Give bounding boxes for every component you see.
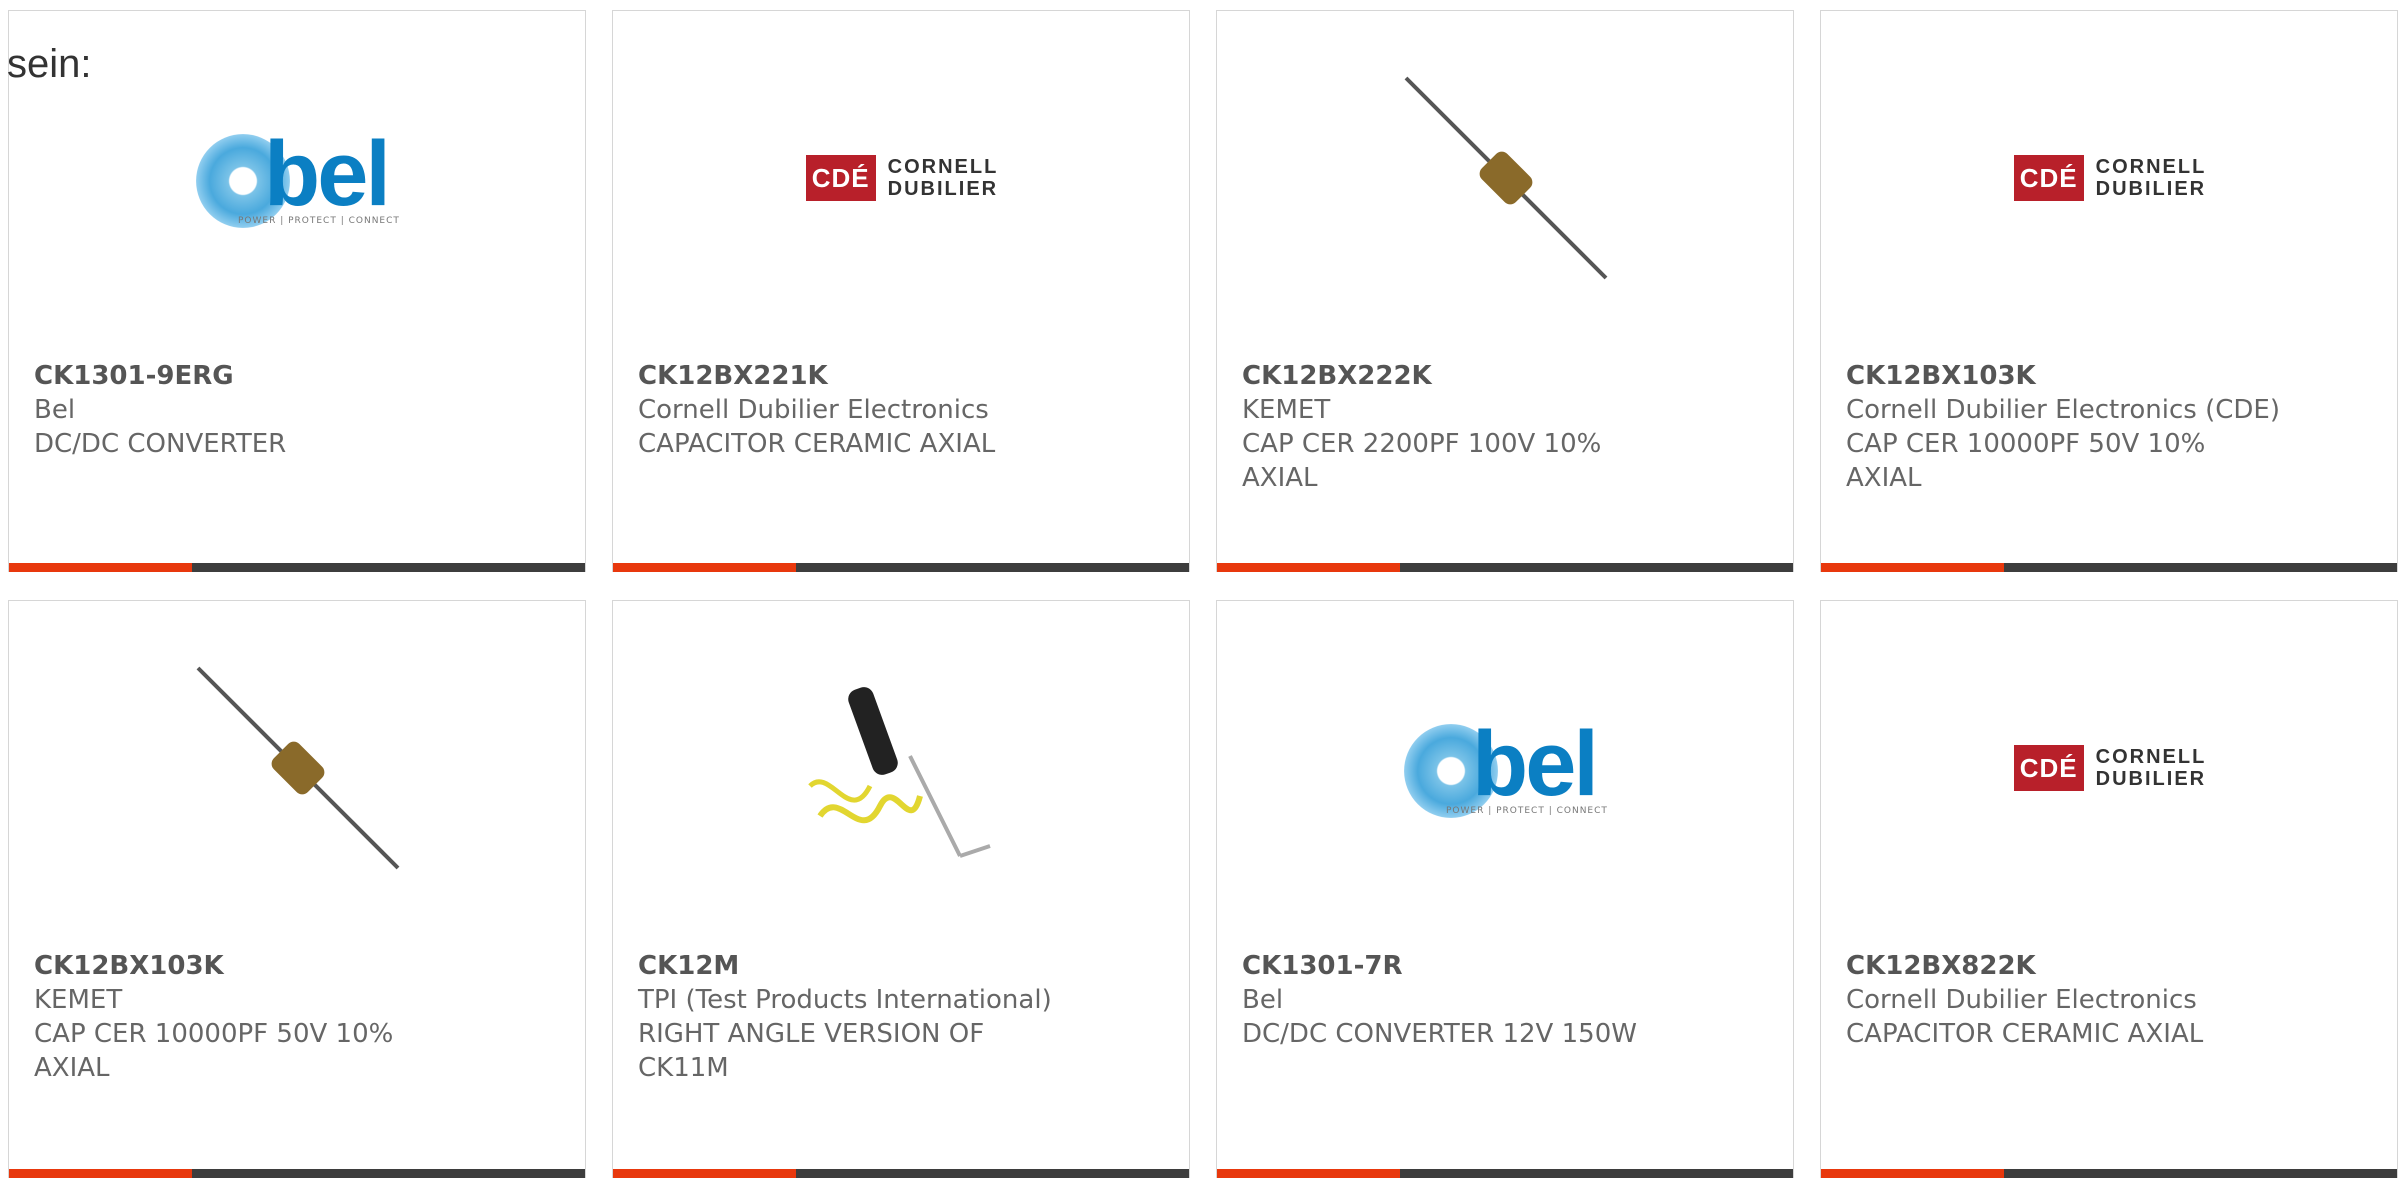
card-bar bbox=[1217, 563, 1793, 572]
card-bar bbox=[9, 563, 585, 572]
cde-logo-image: CDÉ CORNELL DUBILIER bbox=[2008, 666, 2212, 870]
bel-logo-image: bel POWER | PROTECT | CONNECT bbox=[196, 76, 400, 280]
card-bar-accent bbox=[9, 563, 192, 572]
manufacturer: KEMET bbox=[1242, 395, 1331, 425]
product-card[interactable]: CK12BX222K KEMET CAP CER 2200PF 100V 10%… bbox=[1216, 10, 1794, 572]
card-bar-accent bbox=[1217, 563, 1400, 572]
manufacturer: TPI (Test Products International) bbox=[638, 985, 1052, 1015]
card-bar-accent bbox=[613, 563, 796, 572]
manufacturer: Cornell Dubilier Electronics bbox=[638, 395, 989, 425]
cde-logo-image: CDÉ CORNELL DUBILIER bbox=[800, 76, 1004, 280]
manufacturer: KEMET bbox=[34, 985, 123, 1015]
probe-cable-image bbox=[800, 666, 1004, 870]
product-card[interactable]: CDÉ CORNELL DUBILIER CK12BX822K Cornell Du… bbox=[1820, 600, 2398, 1178]
card-bar-accent bbox=[1821, 1169, 2004, 1178]
description: DC/DC CONVERTER 12V 150W bbox=[1242, 1019, 1637, 1049]
product-card[interactable]: CK12M TPI (Test Products International) … bbox=[612, 600, 1190, 1178]
description: CAP CER 10000PF 50V 10% AXIAL bbox=[1846, 429, 2206, 493]
bel-logo-image: bel POWER | PROTECT | CONNECT bbox=[1404, 666, 1608, 870]
product-card[interactable]: CDÉ CORNELL DUBILIER CK12BX103K Cornell Du… bbox=[1820, 10, 2398, 572]
description: DC/DC CONVERTER bbox=[34, 429, 287, 459]
description: CAPACITOR CERAMIC AXIAL bbox=[638, 429, 996, 459]
part-number[interactable]: CK12BX103K bbox=[1846, 359, 2377, 393]
description: RIGHT ANGLE VERSION OF CK11M bbox=[638, 1019, 985, 1083]
part-number[interactable]: CK12BX222K bbox=[1242, 359, 1773, 393]
manufacturer: Cornell Dubilier Electronics (CDE) bbox=[1846, 395, 2280, 425]
product-card[interactable]: CDÉ CORNELL DUBILIER CK12BX221K Cornell Du… bbox=[612, 10, 1190, 572]
page-heading: sein: bbox=[7, 42, 92, 86]
part-number[interactable]: CK12M bbox=[638, 949, 1169, 983]
card-bar bbox=[1821, 563, 2397, 572]
manufacturer: Cornell Dubilier Electronics bbox=[1846, 985, 2197, 1015]
manufacturer: Bel bbox=[1242, 985, 1284, 1015]
card-bar bbox=[1217, 1169, 1793, 1178]
cde-logo-image: CDÉ CORNELL DUBILIER bbox=[2008, 76, 2212, 280]
card-bar bbox=[613, 563, 1189, 572]
card-bar-accent bbox=[1217, 1169, 1400, 1178]
axial-capacitor-image bbox=[1404, 76, 1608, 280]
part-number[interactable]: CK1301-9ERG bbox=[34, 359, 565, 393]
part-number[interactable]: CK1301-7R bbox=[1242, 949, 1773, 983]
product-card[interactable]: CK12BX103K KEMET CAP CER 10000PF 50V 10%… bbox=[8, 600, 586, 1178]
description: CAP CER 2200PF 100V 10% AXIAL bbox=[1242, 429, 1602, 493]
manufacturer: Bel bbox=[34, 395, 76, 425]
card-bar bbox=[1821, 1169, 2397, 1178]
axial-capacitor-image bbox=[196, 666, 400, 870]
product-card[interactable]: bel POWER | PROTECT | CONNECT CK1301-7R B… bbox=[1216, 600, 1794, 1178]
card-bar bbox=[613, 1169, 1189, 1178]
card-bar-accent bbox=[9, 1169, 192, 1178]
description: CAPACITOR CERAMIC AXIAL bbox=[1846, 1019, 2204, 1049]
card-bar bbox=[9, 1169, 585, 1178]
card-bar-accent bbox=[1821, 563, 2004, 572]
card-bar-accent bbox=[613, 1169, 796, 1178]
description: CAP CER 10000PF 50V 10% AXIAL bbox=[34, 1019, 394, 1083]
part-number[interactable]: CK12BX221K bbox=[638, 359, 1169, 393]
product-card[interactable]: bel POWER | PROTECT | CONNECT CK1301-9ERG… bbox=[8, 10, 586, 572]
part-number[interactable]: CK12BX822K bbox=[1846, 949, 2377, 983]
part-number[interactable]: CK12BX103K bbox=[34, 949, 565, 983]
